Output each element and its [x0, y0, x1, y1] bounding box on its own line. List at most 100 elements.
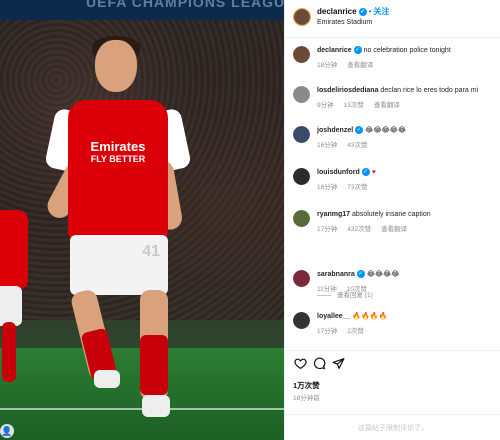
post-header: declanrice ✓ • 关注 Emirates Stadium — [285, 0, 500, 38]
see-translation-link[interactable]: 查看翻译 — [381, 226, 407, 233]
comment-meta: 11分钟 10次赞 — [317, 283, 377, 293]
comment-body: 😂😂😂😂 — [366, 271, 400, 278]
comment-body: declan rice lo eres todo para mi — [380, 87, 479, 94]
see-translation-link[interactable]: 查看翻译 — [374, 102, 400, 109]
user-tag-icon[interactable]: 👤 — [0, 424, 14, 438]
heart-icon[interactable] — [293, 357, 307, 371]
comment-item: joshdenzel ✓ 😂😂😂😂😂 16分钟 43次赞 — [285, 120, 500, 156]
comment-item: sarabnanra ✓ 😂😂😂😂 11分钟 10次赞 — [285, 264, 500, 300]
comment-meta: 16分钟 73次赞 — [317, 181, 377, 191]
comment-item: declanrice ✓ no celebration police tonigh… — [285, 40, 500, 76]
comment-username[interactable]: joshdenzel — [317, 127, 353, 134]
comment-likes[interactable]: 10次赞 — [347, 286, 367, 293]
photo-banner-text: UEFA CHAMPIONS LEAGUE — [86, 0, 284, 10]
comment-likes[interactable]: 43次赞 — [347, 142, 367, 149]
teammate-shirt — [0, 210, 28, 290]
comment-username[interactable]: ryanmg17 — [317, 211, 350, 218]
comment-avatar-image — [293, 86, 310, 103]
comment-text: loyallee__ 🔥🔥🔥🔥 — [317, 312, 493, 321]
comment-time: 16分钟 — [317, 184, 338, 191]
jersey-sponsor: Emirates FLY BETTER — [72, 140, 164, 166]
right-sock — [140, 335, 168, 395]
comment-time: 17分钟 — [317, 226, 338, 233]
comment-time: 16分钟 — [317, 142, 338, 149]
comment-avatar[interactable] — [293, 210, 310, 227]
comment-time: 11分钟 — [317, 286, 337, 293]
separator-dot: • — [368, 7, 372, 16]
add-comment-bar — [285, 414, 500, 440]
comment-avatar[interactable] — [293, 312, 310, 329]
comment-body: 😂😂😂😂😂 — [365, 127, 407, 134]
shorts-number: 41 — [142, 243, 160, 260]
comment-time: 9分钟 — [317, 102, 334, 109]
verified-icon: ✓ — [353, 46, 362, 55]
follow-button[interactable]: 关注 — [373, 7, 389, 16]
comment-avatar[interactable] — [293, 126, 310, 143]
comment-body: absolutely insane caption — [352, 211, 431, 218]
share-icon[interactable] — [331, 357, 345, 371]
comment-text: joshdenzel ✓ 😂😂😂😂😂 — [317, 126, 493, 135]
teammate-shorts — [0, 286, 22, 326]
see-translation-link[interactable]: 查看翻译 — [347, 62, 373, 69]
comment-avatar-image — [293, 210, 310, 227]
verified-icon: ✓ — [355, 126, 364, 135]
comment-avatar[interactable] — [293, 168, 310, 185]
comment-avatar-image — [293, 126, 310, 143]
player-head — [95, 40, 137, 92]
comment-input[interactable] — [293, 421, 493, 435]
comment-body: ♥ — [371, 169, 376, 176]
teammate-figure — [0, 210, 28, 382]
comment-body: no celebration police tonight — [363, 47, 451, 54]
player-figure: Emirates FLY BETTER 41 — [43, 36, 220, 430]
comment-body: 🔥🔥🔥🔥 — [352, 313, 388, 320]
author-avatar[interactable] — [293, 8, 311, 26]
comment-icon[interactable] — [312, 357, 326, 371]
verified-icon: ✓ — [361, 168, 370, 177]
comment-time: 18分钟 — [317, 62, 338, 69]
post-location[interactable]: Emirates Stadium — [317, 19, 372, 26]
photo-banner: UEFA CHAMPIONS LEAGUE — [0, 0, 284, 20]
comment-meta: 17分钟 2次赞 — [317, 325, 374, 335]
author-line: declanrice ✓ • 关注 — [317, 6, 389, 17]
comment-meta: 17分钟 432次赞 查看翻译 — [317, 223, 417, 233]
comment-avatar-image — [293, 46, 310, 63]
teammate-sock — [2, 322, 16, 382]
comment-avatar[interactable] — [293, 46, 310, 63]
left-boot — [94, 370, 120, 388]
author-username[interactable]: declanrice — [317, 7, 357, 16]
comment-text: ryanmg17 absolutely insane caption — [317, 210, 493, 219]
post-time: 18分钟前 — [293, 395, 320, 402]
post-photo[interactable]: UEFA CHAMPIONS LEAGUE Emirates FLY BETTE… — [0, 0, 284, 440]
author-avatar-image — [294, 9, 310, 25]
comment-avatar-image — [293, 270, 310, 287]
comment-item: losdeliriosdediana declan rice lo eres t… — [285, 80, 500, 116]
comment-likes[interactable]: 13次赞 — [344, 102, 364, 109]
comment-likes[interactable]: 432次赞 — [347, 226, 371, 233]
comment-username[interactable]: declanrice — [317, 47, 352, 54]
comment-text: sarabnanra ✓ 😂😂😂😂 — [317, 270, 493, 279]
right-boot — [142, 395, 170, 417]
comment-likes[interactable]: 73次赞 — [347, 184, 367, 191]
likes-count[interactable]: 1万次赞 — [293, 380, 320, 391]
comment-username[interactable]: sarabnanra — [317, 271, 355, 278]
comment-list: declanrice ✓ no celebration police tonigh… — [285, 40, 500, 350]
comment-text: losdeliriosdediana declan rice lo eres t… — [317, 86, 493, 95]
comment-meta: 18分钟 查看翻译 — [317, 59, 383, 69]
comment-likes[interactable]: 2次赞 — [347, 328, 364, 335]
player-shorts: 41 — [70, 235, 168, 295]
comment-meta: 16分钟 43次赞 — [317, 139, 377, 149]
comment-avatar-image — [293, 168, 310, 185]
comment-avatar[interactable] — [293, 270, 310, 287]
comment-username[interactable]: losdeliriosdediana — [317, 87, 378, 94]
comment-avatar[interactable] — [293, 86, 310, 103]
comment-username[interactable]: loyallee__ — [317, 313, 350, 320]
comment-item: loyallee__ 🔥🔥🔥🔥 17分钟 2次赞 — [285, 306, 500, 342]
comment-meta: 9分钟 13次赞 查看翻译 — [317, 99, 410, 109]
comment-avatar-image — [293, 312, 310, 329]
post-panel: declanrice ✓ • 关注 Emirates Stadium declanri… — [284, 0, 500, 440]
comment-item: louisdunford ✓ ♥ 16分钟 73次赞 — [285, 162, 500, 198]
verified-icon: ✓ — [356, 270, 365, 279]
comment-text: louisdunford ✓ ♥ — [317, 168, 493, 177]
verified-icon: ✓ — [358, 7, 367, 16]
comment-username[interactable]: louisdunford — [317, 169, 360, 176]
